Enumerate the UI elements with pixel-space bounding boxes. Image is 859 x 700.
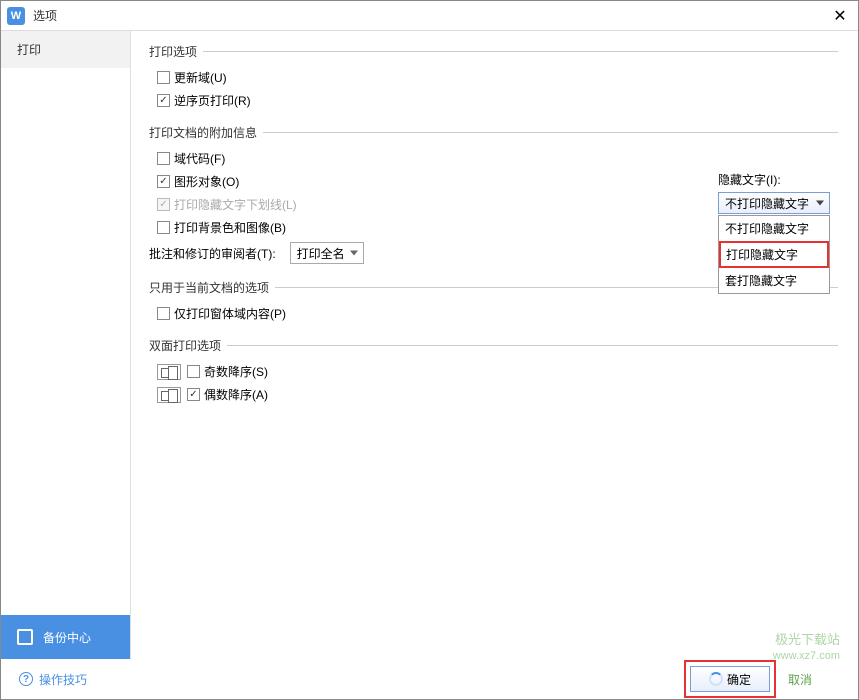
ok-button[interactable]: 确定 [690,666,770,692]
label-background: 打印背景色和图像(B) [174,219,286,236]
sidebar: 打印 备份中心 [1,31,131,659]
legend-print-options: 打印选项 [149,43,203,60]
section-print-options: 打印选项 更新域(U) 逆序页打印(R) [149,43,838,116]
cancel-button[interactable]: 取消 [788,671,840,688]
label-reverse-order: 逆序页打印(R) [174,92,251,109]
footer: ? 操作技巧 确定 取消 [1,659,858,699]
content-area: 打印选项 更新域(U) 逆序页打印(R) 打印文档的附加信息 域代码(F) 图形… [131,31,858,659]
even-pages-icon [157,387,181,403]
checkbox-print-form-only[interactable] [157,307,170,320]
checkbox-background[interactable] [157,221,170,234]
select-reviewer[interactable]: 打印全名 [290,242,364,264]
checkbox-graphics[interactable] [157,175,170,188]
select-reviewer-value: 打印全名 [297,245,345,262]
checkbox-odd-desc[interactable] [187,365,200,378]
loading-icon [709,672,723,686]
dropdown-option-2[interactable]: 套打隐藏文字 [719,268,829,293]
cancel-button-label: 取消 [788,673,812,687]
label-reviewer: 批注和修订的审阅者(T): [149,245,276,262]
backup-label: 备份中心 [43,629,91,646]
titlebar: W 选项 ✕ [1,1,858,31]
label-hidden-text: 隐藏文字(I): [718,171,838,188]
legend-additional-info: 打印文档的附加信息 [149,124,263,141]
close-button[interactable]: ✕ [828,4,852,28]
ok-button-label: 确定 [727,671,751,688]
select-hidden-text-value: 不打印隐藏文字 [725,195,809,212]
legend-duplex: 双面打印选项 [149,337,227,354]
dropdown-option-1[interactable]: 打印隐藏文字 [719,241,829,268]
dropdown-hidden-text: 不打印隐藏文字 打印隐藏文字 套打隐藏文字 [718,215,830,294]
backup-center-button[interactable]: 备份中心 [1,615,130,659]
tips-icon: ? [19,672,33,686]
app-icon: W [7,7,25,25]
sidebar-item-label: 打印 [17,43,41,57]
label-print-form-only: 仅打印窗体域内容(P) [174,305,286,322]
label-even-desc: 偶数降序(A) [204,386,268,403]
odd-pages-icon [157,364,181,380]
checkbox-field-codes[interactable] [157,152,170,165]
section-duplex: 双面打印选项 奇数降序(S) 偶数降序(A) [149,337,838,410]
hidden-text-group: 隐藏文字(I): 不打印隐藏文字 不打印隐藏文字 打印隐藏文字 套打隐藏文字 [718,171,838,294]
label-field-codes: 域代码(F) [174,150,225,167]
label-graphics: 图形对象(O) [174,173,239,190]
ok-button-highlight: 确定 [684,660,776,698]
checkbox-update-fields[interactable] [157,71,170,84]
label-odd-desc: 奇数降序(S) [204,363,268,380]
legend-current-doc: 只用于当前文档的选项 [149,279,275,296]
window-title: 选项 [33,7,828,24]
select-hidden-text[interactable]: 不打印隐藏文字 [718,192,830,214]
sidebar-item-print[interactable]: 打印 [1,31,130,68]
checkbox-even-desc[interactable] [187,388,200,401]
checkbox-hidden-underline [157,198,170,211]
label-hidden-underline: 打印隐藏文字下划线(L) [174,196,297,213]
dropdown-option-0[interactable]: 不打印隐藏文字 [719,216,829,241]
label-update-fields: 更新域(U) [174,69,227,86]
tips-link[interactable]: 操作技巧 [39,671,87,688]
backup-icon [17,629,33,645]
checkbox-reverse-order[interactable] [157,94,170,107]
